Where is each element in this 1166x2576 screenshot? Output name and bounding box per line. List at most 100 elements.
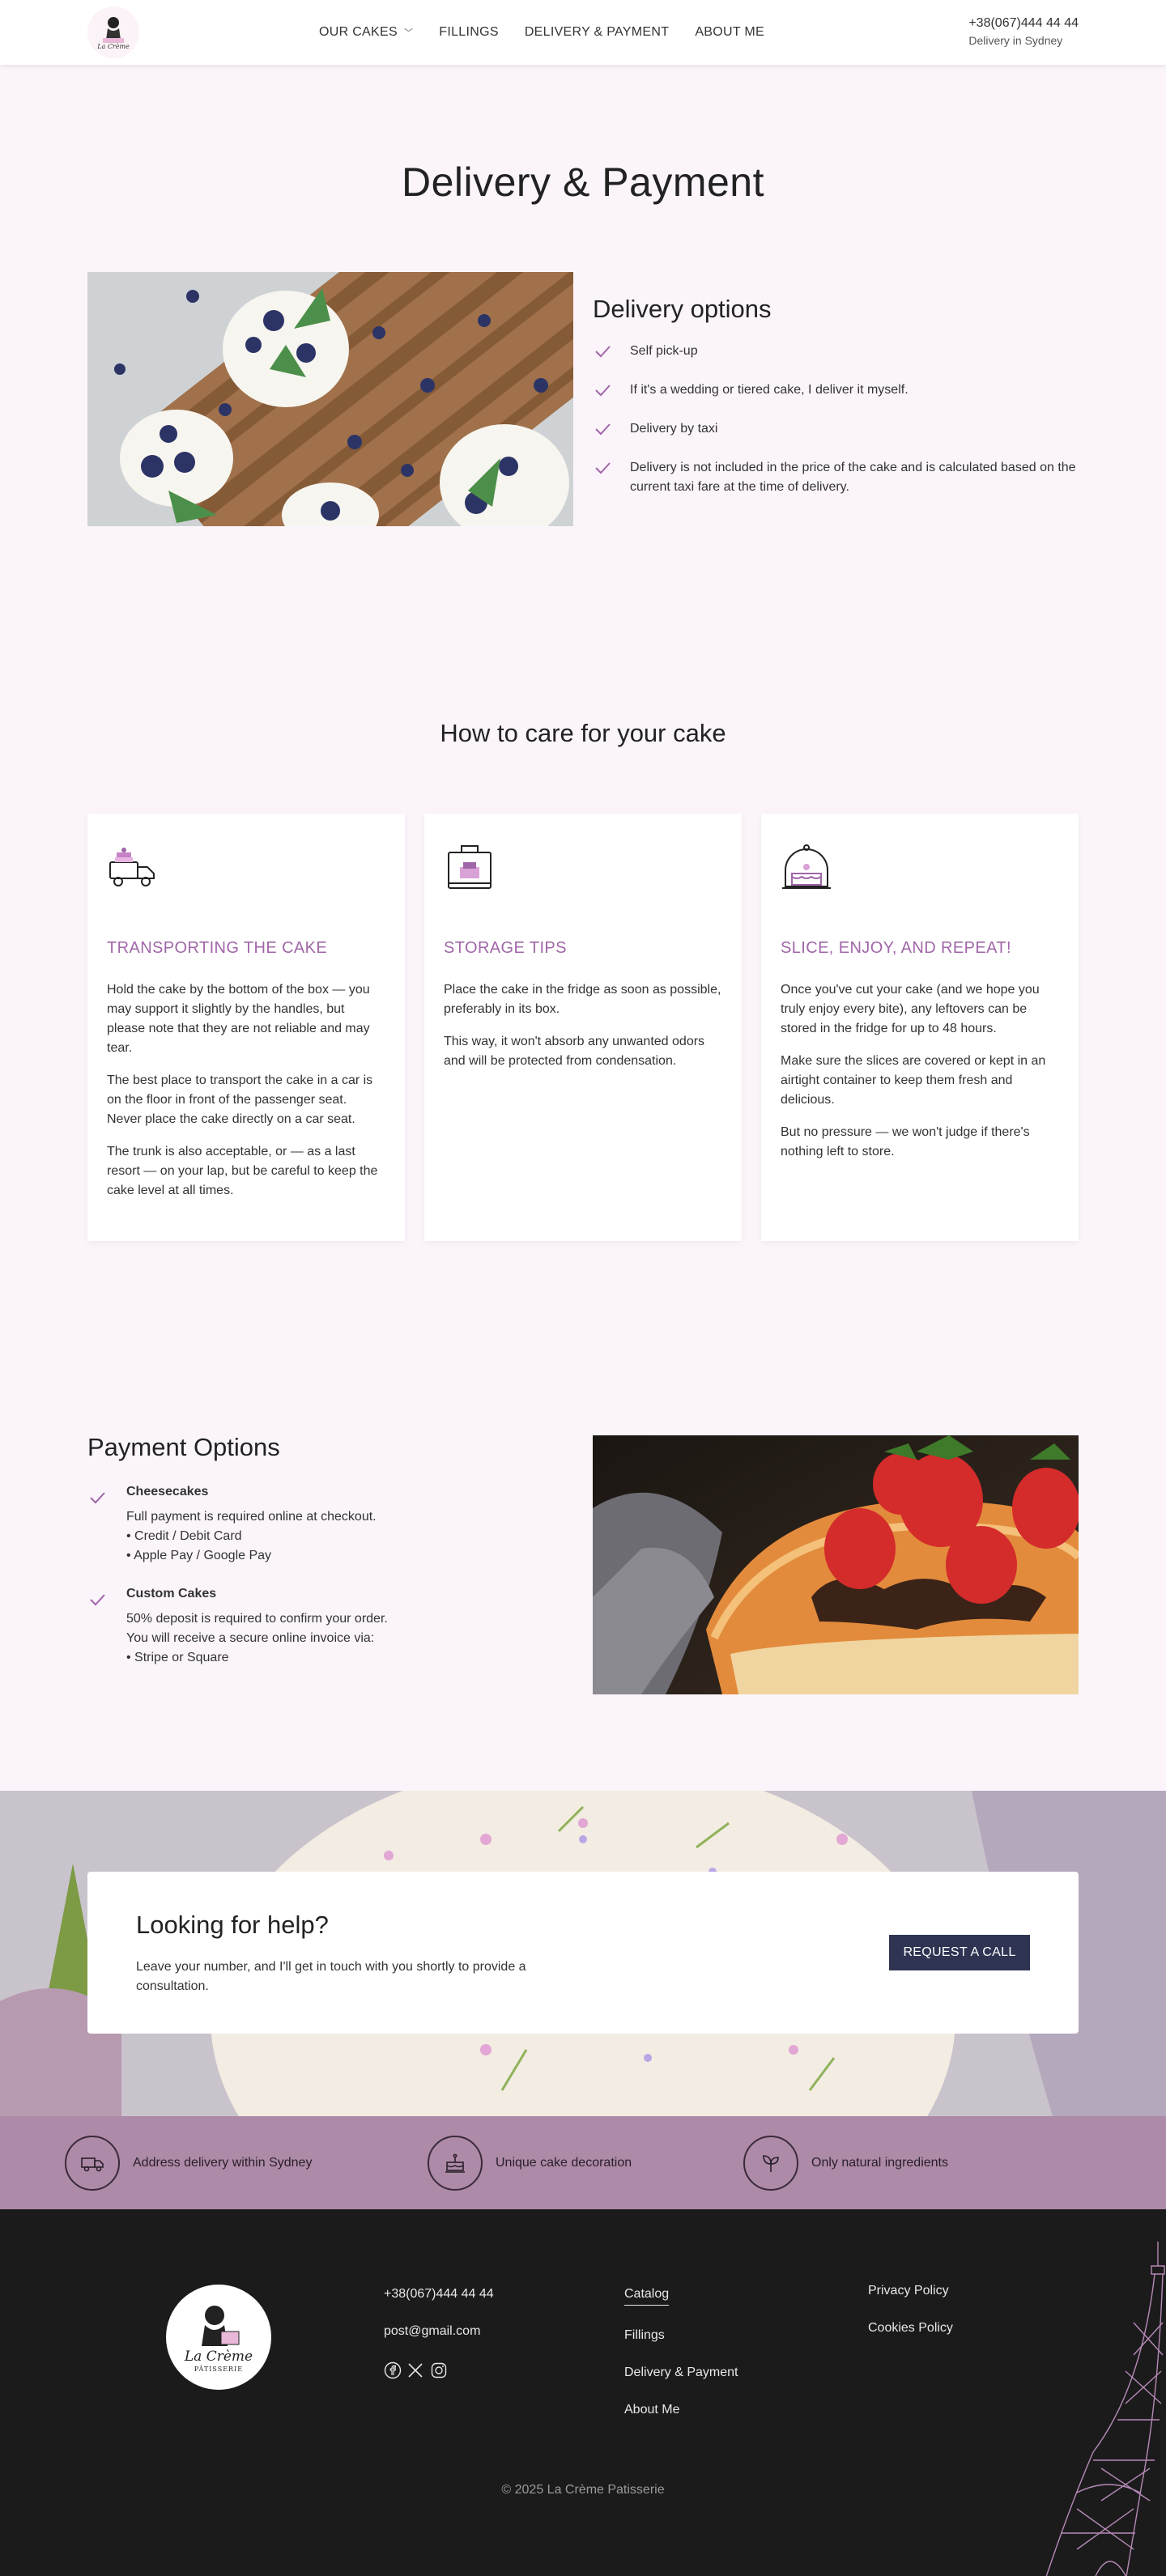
cake-decoration-icon — [428, 2136, 483, 2191]
payment-title: Payment Options — [87, 1433, 280, 1461]
nav-about-me[interactable]: ABOUT ME — [695, 25, 764, 40]
copyright: © 2025 La Crème Patisserie — [501, 2483, 665, 2497]
payment-item-cheesecakes: Cheesecakes Full payment is required onl… — [87, 1485, 573, 1566]
footer-link-catalog[interactable]: Catalog — [624, 2287, 670, 2306]
payment-item-name: Custom Cakes — [126, 1587, 217, 1600]
chevron-down-icon: ﹀ — [403, 28, 414, 38]
strawberry-cheesecake-photo — [593, 1435, 1079, 1694]
blueberry-dessert-photo — [87, 272, 573, 526]
payment-options: Payment Options Cheesecakes Full payment… — [87, 1433, 573, 1689]
svg-text:La Crème: La Crème — [96, 43, 130, 50]
delivery-options-title: Delivery options — [593, 295, 772, 323]
footer-logo[interactable]: La Crème PÂTISSERIE — [166, 2285, 271, 2390]
card-text: Once you've cut your cake (and we hope y… — [781, 983, 1040, 1035]
payment-line: • Credit / Debit Card — [126, 1529, 242, 1543]
chef-girl-logo-icon: La Crème — [96, 17, 130, 50]
card-text: Never place the cake directly on a car s… — [107, 1112, 355, 1126]
card-text: But no pressure — we won't judge if ther… — [781, 1125, 1030, 1158]
cake-truck-icon — [109, 848, 155, 886]
nav-delivery-payment[interactable]: DELIVERY & PAYMENT — [525, 25, 670, 40]
footer-contact: +38(067)444 44 44 post@gmail.com — [384, 2287, 494, 2406]
payment-item-name: Cheesecakes — [126, 1485, 209, 1498]
facebook-icon[interactable] — [384, 2361, 403, 2381]
feature-item-ingredients: Only natural ingredients — [743, 2136, 948, 2191]
delivery-truck-icon — [65, 2136, 120, 2191]
site-logo[interactable]: La Crème — [87, 6, 139, 58]
check-icon — [595, 346, 611, 358]
card-text: The trunk is also acceptable, or — as a … — [107, 1145, 378, 1197]
check-icon — [90, 1492, 105, 1504]
card-title: SLICE, ENJOY, AND REPEAT! — [781, 939, 1011, 957]
eiffel-tower-icon — [1045, 2242, 1165, 2576]
footer-link-fillings[interactable]: Fillings — [624, 2328, 738, 2343]
nav-our-cakes-label: OUR CAKES — [319, 25, 398, 39]
payment-line: You will receive a secure online invoice… — [126, 1631, 375, 1645]
care-card-storage: STORAGE TIPS Place the cake in the fridg… — [424, 814, 742, 1241]
delivery-item-text: Self pick-up — [630, 344, 698, 358]
care-cards: TRANSPORTING THE CAKE Hold the cake by t… — [87, 814, 1079, 1241]
card-text: Make sure the slices are covered or kept… — [781, 1054, 1046, 1107]
feature-item-delivery: Address delivery within Sydney — [65, 2136, 312, 2191]
x-icon[interactable] — [406, 2361, 426, 2381]
feature-label: Only natural ingredients — [811, 2156, 948, 2170]
footer-legal: Privacy Policy Cookies Policy — [868, 2284, 953, 2358]
delivery-options: Delivery options Self pick-up If it's a … — [593, 295, 1079, 516]
payment-line: Full payment is required online at check… — [126, 1510, 377, 1524]
card-title: TRANSPORTING THE CAKE — [107, 939, 328, 957]
payment-line: • Stripe or Square — [126, 1651, 229, 1664]
payment-line: • Apple Pay / Google Pay — [126, 1549, 272, 1562]
nav-our-cakes[interactable]: OUR CAKES ﹀ — [319, 25, 413, 40]
list-item: Delivery by taxi — [593, 419, 1079, 439]
card-text: The best place to transport the cake in … — [107, 1073, 373, 1107]
request-call-button[interactable]: REQUEST A CALL — [889, 1935, 1030, 1970]
cake-dome-icon — [782, 844, 831, 889]
delivery-item-text: If it's a wedding or tiered cake, I deli… — [630, 383, 909, 397]
header-phone[interactable]: +38(067)444 44 44 — [968, 16, 1079, 31]
cookies-policy-link[interactable]: Cookies Policy — [868, 2321, 953, 2336]
card-text: Hold the cake by the bottom of the box —… — [107, 983, 370, 1055]
footer-link-about[interactable]: About Me — [624, 2403, 738, 2417]
cake-box-icon — [448, 845, 492, 889]
check-icon — [595, 423, 611, 436]
check-icon — [595, 462, 611, 474]
footer-nav: Catalog Fillings Delivery & Payment Abou… — [624, 2287, 738, 2440]
footer-email[interactable]: post@gmail.com — [384, 2324, 494, 2339]
social-links — [384, 2361, 494, 2383]
footer-link-delivery[interactable]: Delivery & Payment — [624, 2366, 738, 2380]
features-band: Address delivery within Sydney Unique ca… — [0, 2116, 1166, 2209]
help-card: Looking for help? Leave your number, and… — [87, 1872, 1079, 2034]
footer-logo-subtext: PÂTISSERIE — [194, 2366, 243, 2373]
delivery-item-text: Delivery by taxi — [630, 422, 718, 436]
care-card-transport: TRANSPORTING THE CAKE Hold the cake by t… — [87, 814, 405, 1241]
list-item: Self pick-up — [593, 342, 1079, 361]
check-icon — [90, 1594, 105, 1606]
page-title: Delivery & Payment — [401, 159, 765, 205]
help-title: Looking for help? — [136, 1911, 329, 1939]
help-text: Leave your number, and I'll get in touch… — [136, 1960, 526, 1993]
instagram-icon[interactable] — [430, 2361, 449, 2381]
card-title: STORAGE TIPS — [444, 939, 567, 957]
main-nav: OUR CAKES ﹀ FILLINGS DELIVERY & PAYMENT A… — [319, 0, 790, 65]
payment-line: 50% deposit is required to confirm your … — [126, 1612, 388, 1626]
care-card-slice: SLICE, ENJOY, AND REPEAT! Once you've cu… — [761, 814, 1079, 1241]
delivery-item-text: Delivery is not included in the price of… — [630, 461, 1076, 494]
card-text: This way, it won't absorb any unwanted o… — [444, 1035, 705, 1068]
chef-girl-logo-icon: La Crème PÂTISSERIE — [184, 2306, 253, 2373]
feature-item-decoration: Unique cake decoration — [428, 2136, 632, 2191]
nav-fillings[interactable]: FILLINGS — [439, 25, 499, 40]
list-item: Delivery is not included in the price of… — [593, 458, 1079, 497]
card-text: Place the cake in the fridge as soon as … — [444, 983, 721, 1016]
check-icon — [595, 385, 611, 397]
site-footer: La Crème PÂTISSERIE +38(067)444 44 44 po… — [0, 2209, 1166, 2576]
footer-phone[interactable]: +38(067)444 44 44 — [384, 2287, 494, 2302]
delivery-list: Self pick-up If it's a wedding or tiered… — [593, 342, 1079, 497]
site-header: La Crème OUR CAKES ﹀ FILLINGS DELIVERY & … — [0, 0, 1166, 65]
feature-label: Address delivery within Sydney — [133, 2156, 313, 2170]
header-contact: +38(067)444 44 44 Delivery in Sydney — [968, 16, 1079, 47]
header-city: Delivery in Sydney — [968, 34, 1063, 47]
care-title: How to care for your cake — [440, 719, 726, 747]
leaf-icon — [743, 2136, 798, 2191]
privacy-policy-link[interactable]: Privacy Policy — [868, 2284, 953, 2298]
list-item: If it's a wedding or tiered cake, I deli… — [593, 380, 1079, 400]
feature-label: Unique cake decoration — [496, 2156, 632, 2170]
